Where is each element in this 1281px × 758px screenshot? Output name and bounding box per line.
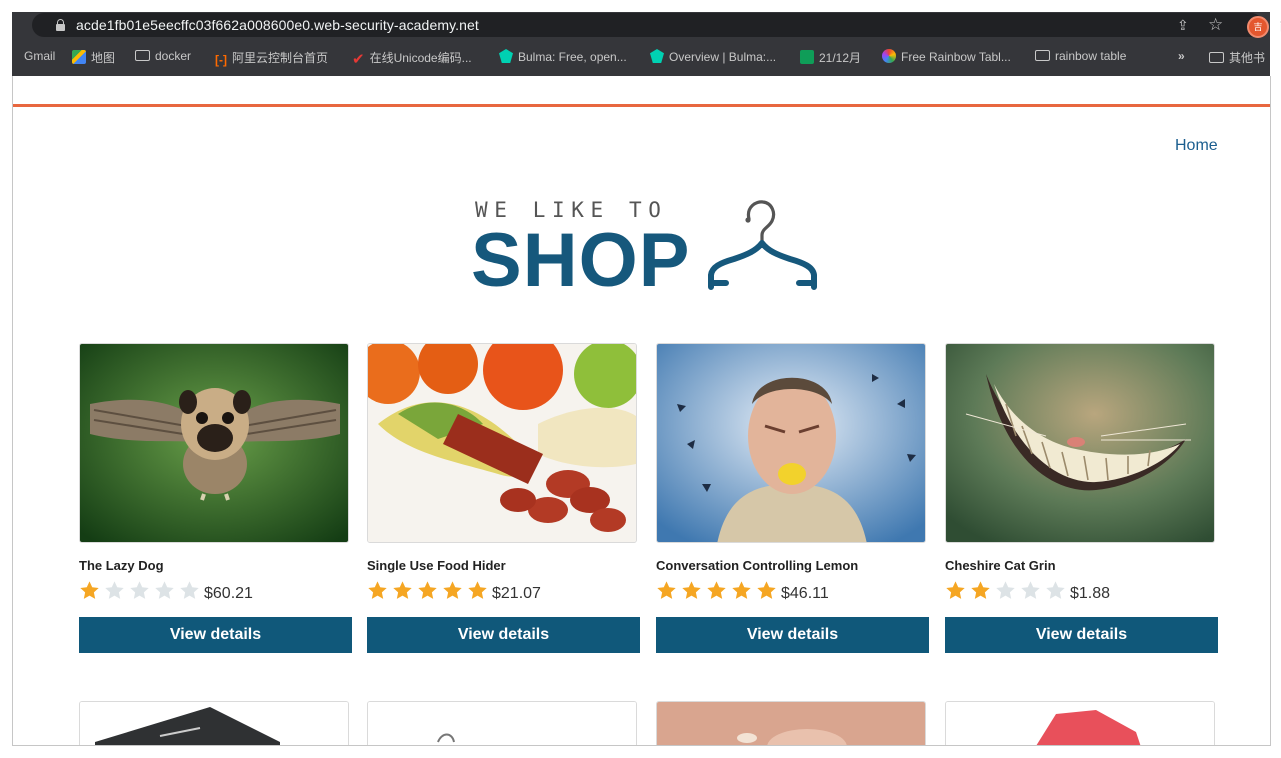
logo-title: SHOP [471, 218, 691, 303]
star-filled-icon [657, 581, 676, 599]
bookmark-gmail[interactable]: Gmail [24, 49, 55, 67]
bookmark-label: 在线Unicode编码... [369, 51, 472, 65]
star-empty-icon [180, 581, 199, 599]
bookmark-rainbow-tables[interactable]: Free Rainbow Tabl... [882, 49, 1011, 67]
bulma-icon [650, 49, 664, 63]
star-filled-icon [80, 581, 99, 599]
bookmark-unicode[interactable]: ✔ 在线Unicode编码... [352, 49, 472, 68]
star-empty-icon [1046, 581, 1065, 599]
url-text[interactable]: acde1fb01e5eecffc03f662a008600e0.web-sec… [76, 17, 479, 33]
maps-icon [72, 50, 86, 64]
view-details-button[interactable]: View details [367, 617, 640, 653]
star-filled-icon [757, 581, 776, 599]
product-image-partial[interactable] [656, 701, 926, 745]
bookmark-aliyun[interactable]: [-] 阿里云控制台首页 [215, 49, 328, 67]
site-logo: WE LIKE TO SHOP [471, 196, 826, 303]
checkmark-icon: ✔ [352, 51, 365, 68]
product-card: Cheshire Cat Grin $1.88 View details [945, 343, 1218, 663]
view-details-button[interactable]: View details [79, 617, 352, 653]
star-filled-icon [682, 581, 701, 599]
bookmarks-overflow[interactable]: » [1178, 49, 1185, 67]
star-filled-icon [418, 581, 437, 599]
star-filled-icon [468, 581, 487, 599]
web-page: Home WE LIKE TO SHOP The Lazy Dog $60.21… [12, 76, 1271, 746]
star-filled-icon [707, 581, 726, 599]
bookmark-docker[interactable]: docker [135, 49, 191, 67]
bookmark-bulma-overview[interactable]: Overview | Bulma:... [650, 49, 776, 67]
sheets-icon [800, 50, 814, 64]
star-filled-icon [946, 581, 965, 599]
bookmark-label: Overview | Bulma:... [669, 50, 777, 64]
lock-icon [56, 19, 65, 31]
product-image-lazy-dog[interactable] [79, 343, 349, 543]
bookmark-label: Free Rainbow Tabl... [901, 50, 1011, 64]
bookmark-label: Gmail [24, 49, 56, 63]
bookmarks-bar: Gmail 地图 docker [-] 阿里云控制台首页 ✔ 在线Unicode编码… [12, 45, 1270, 69]
bookmark-label: Bulma: Free, open... [518, 50, 627, 64]
bookmark-label: 其他书 [1229, 51, 1266, 65]
aliyun-icon: [-] [215, 53, 227, 67]
browser-chrome: acde1fb01e5eecffc03f662a008600e0.web-sec… [12, 12, 1281, 76]
bookmark-label: 21/12月 [819, 51, 862, 65]
bookmark-sheet[interactable]: 21/12月 [800, 49, 861, 67]
star-empty-icon [996, 581, 1015, 599]
star-empty-icon [105, 581, 124, 599]
bulma-icon [499, 49, 513, 63]
product-card: Single Use Food Hider $21.07 View detail… [367, 343, 640, 663]
product-price: $46.11 [781, 585, 829, 602]
bookmark-star-icon[interactable]: ☆ [1208, 15, 1223, 35]
bookmark-bulma-free[interactable]: Bulma: Free, open... [499, 49, 627, 67]
star-filled-icon [732, 581, 751, 599]
nav-home-link[interactable]: Home [1175, 137, 1218, 155]
product-image-partial[interactable] [79, 701, 349, 745]
product-name: Single Use Food Hider [367, 558, 506, 573]
product-price: $1.88 [1070, 585, 1111, 602]
share-icon[interactable]: ⇪ [1177, 17, 1189, 34]
address-bar[interactable]: acde1fb01e5eecffc03f662a008600e0.web-sec… [32, 13, 1281, 38]
product-price: $21.07 [492, 585, 541, 602]
star-empty-icon [155, 581, 174, 599]
header-accent-bar [13, 104, 1270, 107]
star-filled-icon [443, 581, 462, 599]
star-empty-icon [1021, 581, 1040, 599]
view-details-button[interactable]: View details [656, 617, 929, 653]
bookmark-other[interactable]: 其他书 [1209, 49, 1265, 67]
product-name: The Lazy Dog [79, 558, 164, 573]
star-empty-icon [130, 581, 149, 599]
product-price: $60.21 [204, 585, 253, 602]
rainbow-icon [882, 49, 896, 63]
bookmark-label: » [1178, 49, 1185, 63]
star-filled-icon [368, 581, 387, 599]
product-image-partial[interactable] [945, 701, 1215, 745]
hanger-icon [708, 200, 817, 290]
bookmark-label: 地图 [91, 51, 116, 65]
folder-icon [1209, 52, 1224, 63]
bookmark-rainbow-folder[interactable]: rainbow table [1035, 49, 1126, 67]
product-image-food-hider[interactable] [367, 343, 637, 543]
star-filled-icon [393, 581, 412, 599]
folder-icon [1035, 50, 1050, 61]
folder-icon [135, 50, 150, 61]
profile-avatar[interactable]: 吉 [1247, 16, 1269, 38]
bookmark-label: 阿里云控制台首页 [232, 51, 329, 65]
product-image-partial[interactable] [367, 701, 637, 745]
product-image-lemon[interactable] [656, 343, 926, 543]
view-details-button[interactable]: View details [945, 617, 1218, 653]
product-image-cheshire-grin[interactable] [945, 343, 1215, 543]
bookmark-label: rainbow table [1055, 49, 1127, 63]
star-filled-icon [971, 581, 990, 599]
product-name: Conversation Controlling Lemon [656, 558, 859, 573]
bookmark-label: docker [155, 49, 192, 63]
product-card: Conversation Controlling Lemon $46.11 Vi… [656, 343, 929, 663]
product-card: The Lazy Dog $60.21 View details [79, 343, 352, 663]
product-name: Cheshire Cat Grin [945, 558, 1056, 573]
bookmark-maps[interactable]: 地图 [72, 49, 115, 67]
